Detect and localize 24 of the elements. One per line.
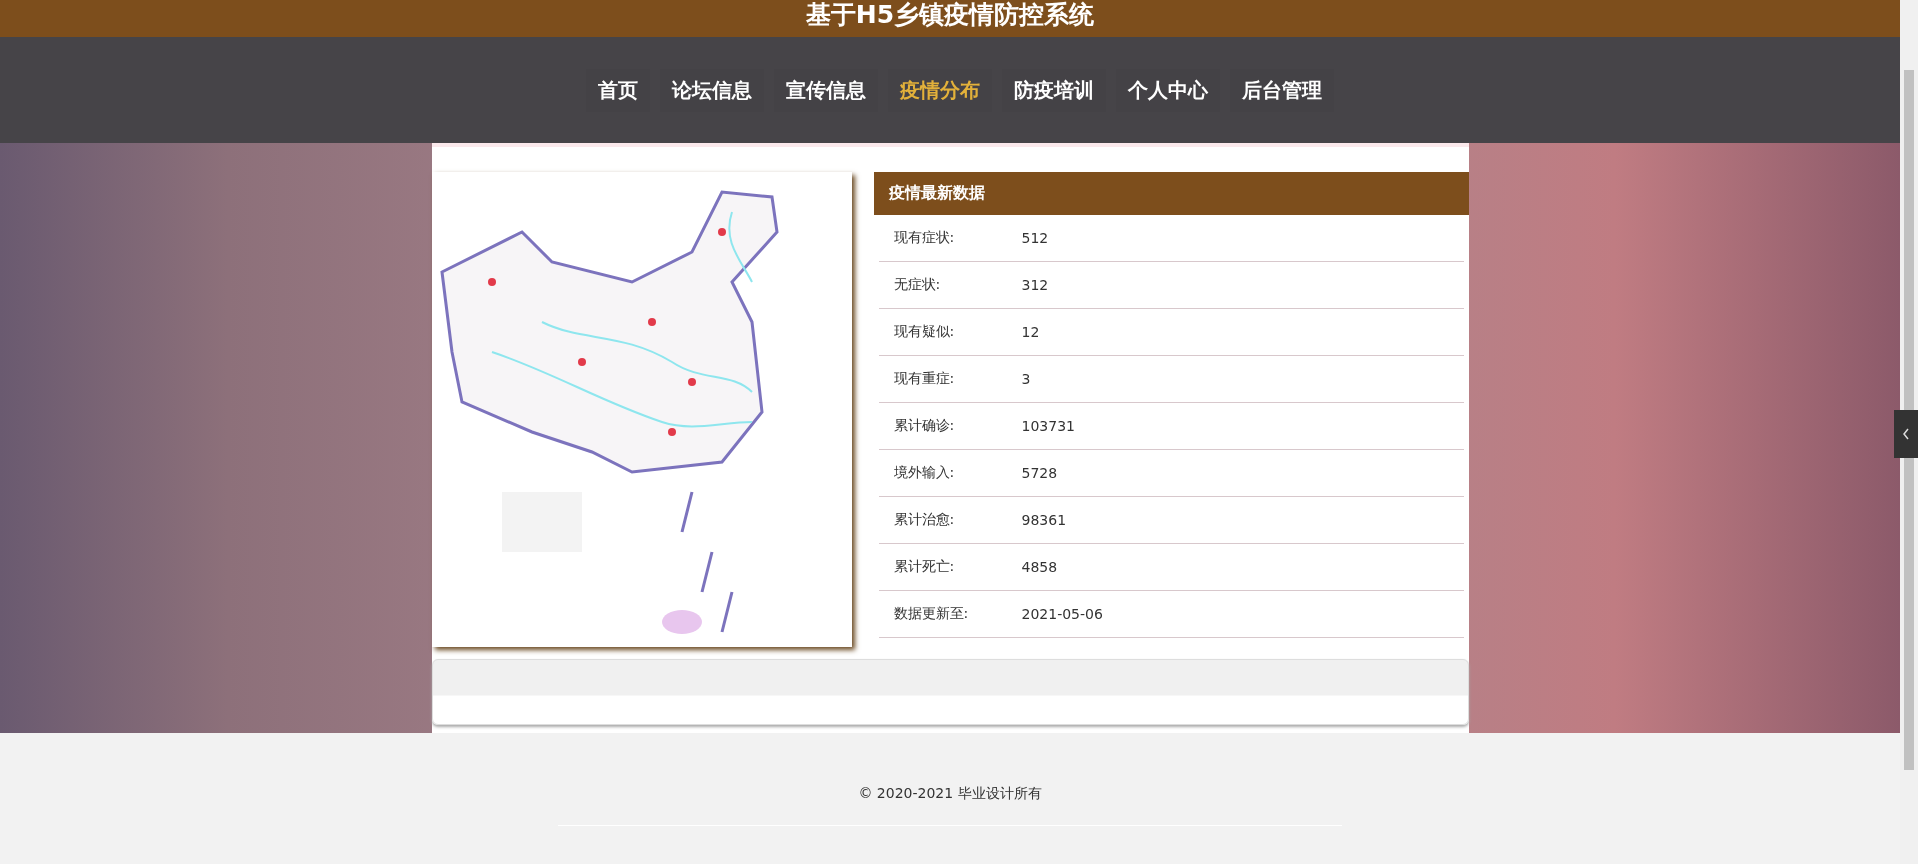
- stat-label: 无症状:: [893, 276, 942, 294]
- stat-value: 3: [1021, 371, 1031, 387]
- stat-value: 5728: [1021, 465, 1058, 481]
- stat-value: 512: [1021, 230, 1049, 246]
- stat-value: 4858: [1021, 559, 1058, 575]
- site-title: 基于H5乡镇疫情防控系统: [805, 0, 1095, 30]
- side-toggle-button[interactable]: [1894, 410, 1918, 458]
- stat-value: 98361: [1021, 512, 1067, 528]
- stat-value: 2021-05-06: [1021, 606, 1103, 622]
- chevron-left-icon: [1902, 428, 1910, 440]
- stat-value: 103731: [1021, 418, 1075, 434]
- stat-value: 312: [1021, 277, 1049, 293]
- stat-label: 累计死亡:: [893, 558, 956, 576]
- stat-label: 现有症状:: [893, 229, 956, 247]
- stat-label: 现有重症:: [893, 370, 956, 388]
- copyright-text: © 2020-2021 毕业设计所有: [858, 785, 1042, 803]
- stat-label: 累计确诊:: [893, 417, 956, 435]
- stat-label: 境外输入:: [893, 464, 956, 482]
- scrollbar[interactable]: [1900, 0, 1918, 864]
- stat-label: 数据更新至:: [893, 605, 970, 623]
- stat-value: 12: [1021, 324, 1040, 340]
- panel-title: 疫情最新数据: [873, 172, 1469, 215]
- stat-label: 累计治愈:: [893, 511, 956, 529]
- stat-label: 现有疑似:: [893, 323, 956, 341]
